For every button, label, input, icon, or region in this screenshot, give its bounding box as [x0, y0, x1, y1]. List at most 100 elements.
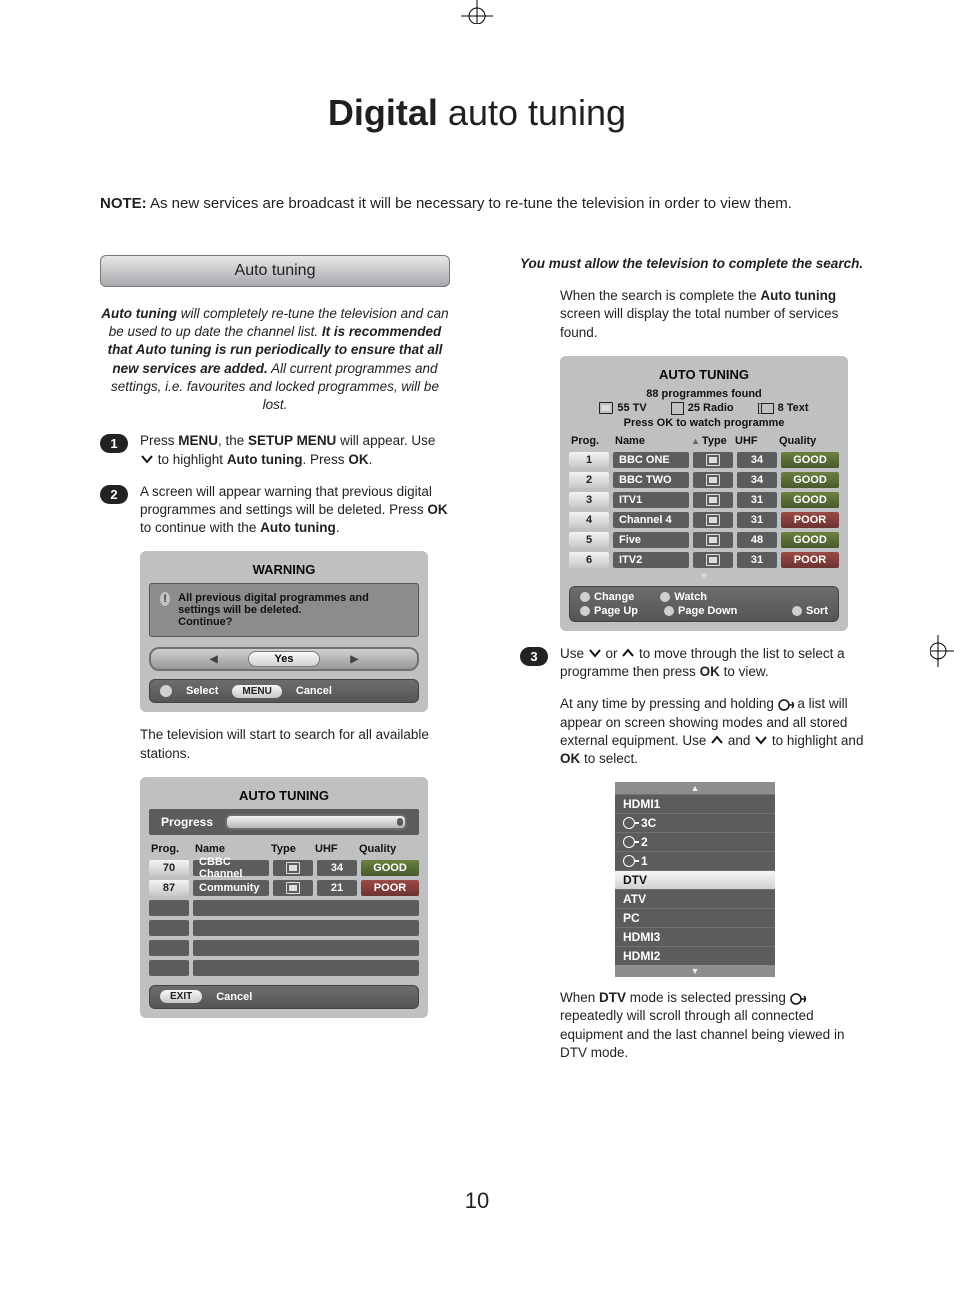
cell-prog: 6	[569, 552, 609, 568]
dot-icon	[660, 592, 670, 602]
cell-name: CBBC Channel	[193, 860, 269, 876]
osd-scan-card: AUTO TUNING Progress Prog. Name Type UHF…	[140, 777, 428, 1018]
results-row[interactable]: 4Channel 431POOR	[569, 511, 839, 529]
scan-row	[149, 959, 419, 977]
results-row[interactable]: 1BBC ONE34GOOD	[569, 451, 839, 469]
scan-table-header: Prog. Name Type UHF Quality	[149, 839, 419, 857]
tv-icon	[706, 494, 720, 506]
crop-mark-right	[930, 629, 954, 673]
tv-icon	[706, 454, 720, 466]
scan-row	[149, 899, 419, 917]
input-row[interactable]: 2	[615, 832, 775, 851]
crop-mark-top	[455, 0, 499, 24]
cell-name: Five	[613, 532, 689, 548]
step-number-2: 2	[100, 485, 128, 504]
input-label: 2	[641, 835, 648, 849]
step-1: 1 Press MENU, the SETUP MENU will appear…	[100, 432, 450, 468]
results-row[interactable]: 6ITV231POOR	[569, 551, 839, 569]
results-row[interactable]: 3ITV131GOOD	[569, 491, 839, 509]
press-ok-text: Press OK to watch programme	[569, 417, 839, 429]
chevron-down-icon	[588, 648, 602, 658]
text-icon	[758, 403, 774, 414]
cell-quality: POOR	[361, 880, 419, 896]
chevron-up-icon	[710, 735, 724, 745]
input-label: HDMI1	[623, 797, 660, 811]
cell-quality: POOR	[781, 552, 839, 568]
progress-label: Progress	[161, 815, 213, 829]
input-label: 1	[641, 854, 648, 868]
step-3-text: Use or to move through the list to selec…	[560, 645, 870, 681]
cell-type	[693, 452, 733, 468]
input-row[interactable]: 1	[615, 851, 775, 870]
cancel-label: Cancel	[296, 685, 332, 697]
cell-prog: 1	[569, 452, 609, 468]
tv-icon	[706, 554, 720, 566]
results-breakdown: 55 TV 25 Radio 8 Text	[569, 402, 839, 415]
step-2-text: A screen will appear warning that previo…	[140, 483, 450, 538]
page-number: 10	[0, 1188, 954, 1214]
cell-prog: 4	[569, 512, 609, 528]
cell-name: Community	[193, 880, 269, 896]
right-arrow-icon: ▶	[350, 654, 358, 665]
search-complete-text: When the search is complete the Auto tun…	[560, 287, 870, 342]
tv-icon	[599, 402, 613, 414]
cell-quality: POOR	[781, 512, 839, 528]
cell-uhf: 31	[737, 552, 777, 568]
results-found: 88 programmes found	[569, 388, 839, 400]
any-time-text: At any time by pressing and holding a li…	[560, 695, 870, 768]
input-row[interactable]: ATV	[615, 889, 775, 908]
cell-uhf: 34	[317, 860, 357, 876]
cell-uhf: 48	[737, 532, 777, 548]
yes-bar: ◀ Yes ▶	[149, 647, 419, 671]
radio-icon	[671, 402, 684, 415]
input-label: PC	[623, 911, 640, 925]
cell-uhf: 31	[737, 492, 777, 508]
dot-icon	[580, 592, 590, 602]
left-arrow-icon: ◀	[210, 654, 218, 665]
cell-type	[693, 492, 733, 508]
results-table-header: Prog. Name ▲Type UHF Quality	[569, 431, 839, 449]
ext-input-icon	[790, 990, 806, 1005]
up-arrow-icon: ▲	[691, 436, 700, 446]
cell-uhf: 34	[737, 472, 777, 488]
input-row[interactable]: HDMI1	[615, 794, 775, 813]
step-number-1: 1	[100, 434, 128, 453]
info-icon: !	[160, 592, 170, 606]
tv-icon	[286, 882, 300, 894]
scan-title: AUTO TUNING	[149, 788, 419, 803]
tv-icon	[286, 862, 300, 874]
note-prefix: NOTE:	[100, 195, 147, 212]
intro-text: Auto tuning will completely re-tune the …	[100, 305, 450, 414]
input-list-up-arrow: ▲	[615, 782, 775, 794]
input-row[interactable]: HDMI2	[615, 946, 775, 965]
cell-name: BBC TWO	[613, 472, 689, 488]
cell-type	[693, 532, 733, 548]
cell-prog: 87	[149, 880, 189, 896]
input-row[interactable]: PC	[615, 908, 775, 927]
cell-type	[693, 552, 733, 568]
results-row[interactable]: 5Five48GOOD	[569, 531, 839, 549]
input-row[interactable]: 3C	[615, 813, 775, 832]
cell-quality: GOOD	[361, 860, 419, 876]
cell-type	[693, 472, 733, 488]
cell-prog: 2	[569, 472, 609, 488]
cell-quality: GOOD	[781, 532, 839, 548]
must-complete-text: You must allow the television to complet…	[520, 255, 870, 273]
osd-warning-card: WARNING ! All previous digital programme…	[140, 551, 428, 712]
select-label: Select	[186, 685, 218, 697]
warning-text: All previous digital programmes and sett…	[178, 592, 408, 628]
cell-uhf: 21	[317, 880, 357, 896]
exit-pill: EXIT	[160, 990, 202, 1003]
cell-type	[273, 880, 313, 896]
warning-footer: Select MENU Cancel	[149, 679, 419, 703]
input-row[interactable]: DTV	[615, 870, 775, 889]
results-row[interactable]: 2BBC TWO34GOOD	[569, 471, 839, 489]
dot-icon	[792, 606, 802, 616]
yes-option[interactable]: Yes	[248, 651, 321, 667]
input-row[interactable]: HDMI3	[615, 927, 775, 946]
scan-progress: Progress	[149, 809, 419, 835]
ok-dot-icon	[160, 685, 172, 697]
dot-icon	[580, 606, 590, 616]
cell-type	[693, 512, 733, 528]
scan-row: 87Community 21POOR	[149, 879, 419, 897]
